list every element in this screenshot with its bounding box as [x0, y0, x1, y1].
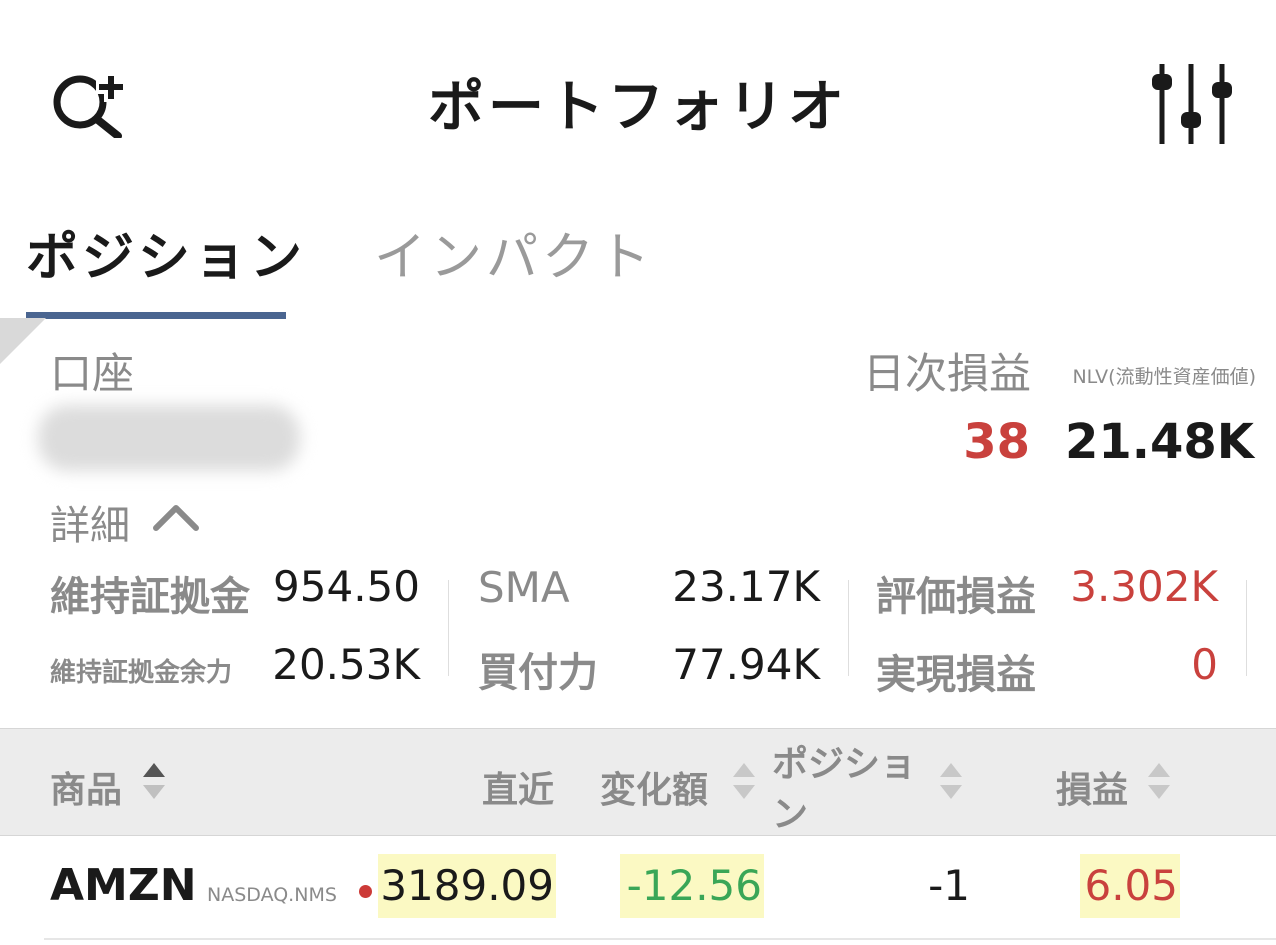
unrealized-pnl-value: 3.302K — [1070, 562, 1218, 611]
table-header: 商品 直近 変化額 ポジショ ン 損益 — [0, 728, 1276, 836]
buying-power-label: 買付力 — [478, 650, 598, 696]
row-last-price: 3189.09 — [378, 854, 556, 918]
corner-fold — [0, 318, 46, 364]
sma-value: 23.17K — [672, 562, 820, 611]
nlv-value: 21.48K — [1064, 414, 1254, 470]
metrics-divider — [848, 580, 849, 676]
maintenance-margin-value: 954.50 — [273, 562, 420, 611]
sort-icon[interactable] — [938, 761, 964, 805]
row-exchange: NASDAQ.NMS — [207, 884, 337, 906]
daily-pnl-label: 日次損益 — [862, 349, 1031, 398]
account-label: 口座 — [50, 349, 135, 398]
details-label[interactable]: 詳細 — [50, 493, 130, 551]
row-pnl: 6.05 — [1080, 854, 1180, 918]
active-tab-indicator — [26, 312, 286, 319]
row-divider — [44, 938, 1276, 940]
tab-positions[interactable]: ポジション — [26, 215, 306, 290]
sort-icon[interactable] — [1146, 761, 1172, 805]
column-header-position-wrap[interactable]: ン — [772, 785, 808, 837]
column-header-instrument[interactable]: 商品 — [50, 761, 122, 813]
metrics-divider — [1246, 580, 1247, 676]
page-title: ポートフォリオ — [428, 75, 848, 140]
maintenance-margin-label: 維持証拠金 — [50, 574, 250, 620]
row-symbol: AMZN — [50, 860, 197, 911]
metrics-divider — [448, 580, 449, 676]
sort-icon[interactable] — [731, 761, 757, 805]
buying-power-value: 77.94K — [672, 640, 820, 689]
sliders-icon[interactable] — [1148, 62, 1238, 146]
realized-pnl-label: 実現損益 — [876, 652, 1036, 698]
column-header-pnl[interactable]: 損益 — [1056, 761, 1128, 813]
sma-label: SMA — [478, 563, 570, 612]
account-id-redacted[interactable] — [38, 405, 300, 471]
row-position: -1 — [928, 861, 970, 910]
excess-liquidity-value: 20.53K — [272, 640, 420, 689]
daily-pnl-value: 38 — [963, 414, 1030, 470]
nlv-label: NLV(流動性資産価値) — [1072, 366, 1256, 388]
column-header-change[interactable]: 変化額 — [600, 761, 708, 813]
market-status-dot-icon — [359, 885, 372, 898]
excess-liquidity-label: 維持証拠金余力 — [50, 658, 233, 688]
realized-pnl-value: 0 — [1191, 640, 1218, 689]
column-header-last[interactable]: 直近 — [482, 761, 554, 813]
row-change: -12.56 — [620, 854, 764, 918]
sort-active-icon[interactable] — [141, 761, 167, 805]
tab-impact[interactable]: インパクト — [374, 215, 654, 290]
chevron-up-icon[interactable] — [152, 500, 200, 538]
column-header-position[interactable]: ポジショ — [772, 735, 916, 787]
unrealized-pnl-label: 評価損益 — [876, 574, 1036, 620]
